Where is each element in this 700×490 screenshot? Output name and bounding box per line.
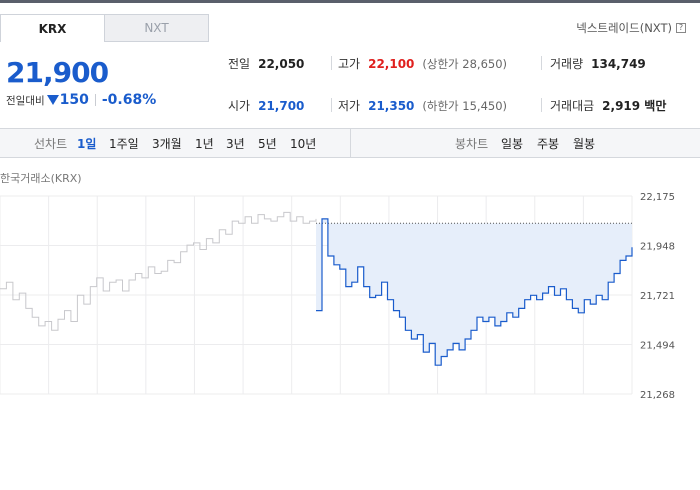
- stat-amount: 거래대금 2,919 백만: [550, 97, 666, 114]
- stat-value: 134,749: [591, 57, 646, 71]
- change-label: 전일대비: [6, 94, 45, 107]
- stat-value: 22,100: [368, 57, 415, 71]
- period-bar: 선차트 1일 1주일 3개월 1년 3년 5년 10년 봉차트 일봉 주봉 월봉: [0, 128, 700, 158]
- candle-daily[interactable]: 일봉: [501, 129, 523, 157]
- stat-label: 거래대금: [550, 99, 595, 113]
- stat-sub: (상한가 28,650): [422, 57, 508, 71]
- period-1y[interactable]: 1년: [195, 129, 214, 157]
- y-axis-labels: 22,175 21,948 21,721 21,494 21,268: [640, 192, 675, 400]
- stat-prev-close: 전일 22,050: [228, 55, 304, 72]
- y-tick-label: 21,494: [640, 341, 675, 352]
- top-border: [0, 0, 700, 3]
- period-5y[interactable]: 5년: [258, 129, 277, 157]
- period-1d[interactable]: 1일: [77, 129, 96, 157]
- divider: [541, 98, 542, 112]
- stat-label: 거래량: [550, 57, 584, 71]
- price-chart: 22,175 21,948 21,721 21,494 21,268: [0, 192, 675, 400]
- change-percent: -0.68%: [101, 92, 157, 108]
- divider: [541, 56, 542, 70]
- stat-label: 저가: [338, 99, 361, 113]
- tab-nxt[interactable]: NXT: [104, 14, 209, 42]
- change-amount: 150: [59, 92, 89, 108]
- nxt-link-label[interactable]: 넥스트레이드(NXT): [576, 20, 672, 36]
- tab-krx[interactable]: KRX: [0, 14, 105, 42]
- divider: [94, 94, 96, 106]
- stat-volume: 거래량 134,749: [550, 55, 646, 72]
- divider: [331, 98, 332, 112]
- stat-value: 22,050: [258, 57, 305, 71]
- stat-low: 저가 21,350 (하한가 15,450): [338, 97, 507, 114]
- divider: [350, 129, 351, 157]
- today-area: [316, 218, 632, 366]
- candle-monthly[interactable]: 월봉: [573, 129, 595, 157]
- prev-day-line: [0, 211, 317, 331]
- period-1w[interactable]: 1주일: [109, 129, 139, 157]
- candle-weekly[interactable]: 주봉: [537, 129, 559, 157]
- period-3m[interactable]: 3개월: [152, 129, 182, 157]
- candle-chart-label: 봉차트: [455, 136, 489, 151]
- current-price: 21,900: [6, 56, 109, 89]
- stat-value: 2,919 백만: [602, 99, 667, 113]
- period-3y[interactable]: 3년: [226, 129, 245, 157]
- stat-label: 고가: [338, 57, 361, 71]
- period-10y[interactable]: 10년: [290, 129, 316, 157]
- down-arrow-icon: [46, 95, 59, 105]
- stat-label: 전일: [228, 57, 251, 71]
- line-chart-label: 선차트: [34, 136, 68, 151]
- stat-sub: (하한가 15,450): [422, 99, 508, 113]
- y-tick-label: 21,721: [640, 291, 675, 302]
- y-tick-label: 21,268: [640, 390, 675, 400]
- y-tick-label: 21,948: [640, 242, 675, 253]
- stat-value: 21,700: [258, 99, 305, 113]
- help-icon[interactable]: ?: [676, 23, 686, 33]
- change-row: 전일대비 150 -0.68%: [6, 92, 156, 108]
- stat-high: 고가 22,100 (상한가 28,650): [338, 55, 507, 72]
- divider: [331, 56, 332, 70]
- stat-label: 시가: [228, 99, 251, 113]
- stat-value: 21,350: [368, 99, 415, 113]
- stat-open: 시가 21,700: [228, 97, 304, 114]
- y-tick-label: 22,175: [640, 192, 675, 203]
- nxt-link[interactable]: 넥스트레이드(NXT) ?: [576, 20, 686, 36]
